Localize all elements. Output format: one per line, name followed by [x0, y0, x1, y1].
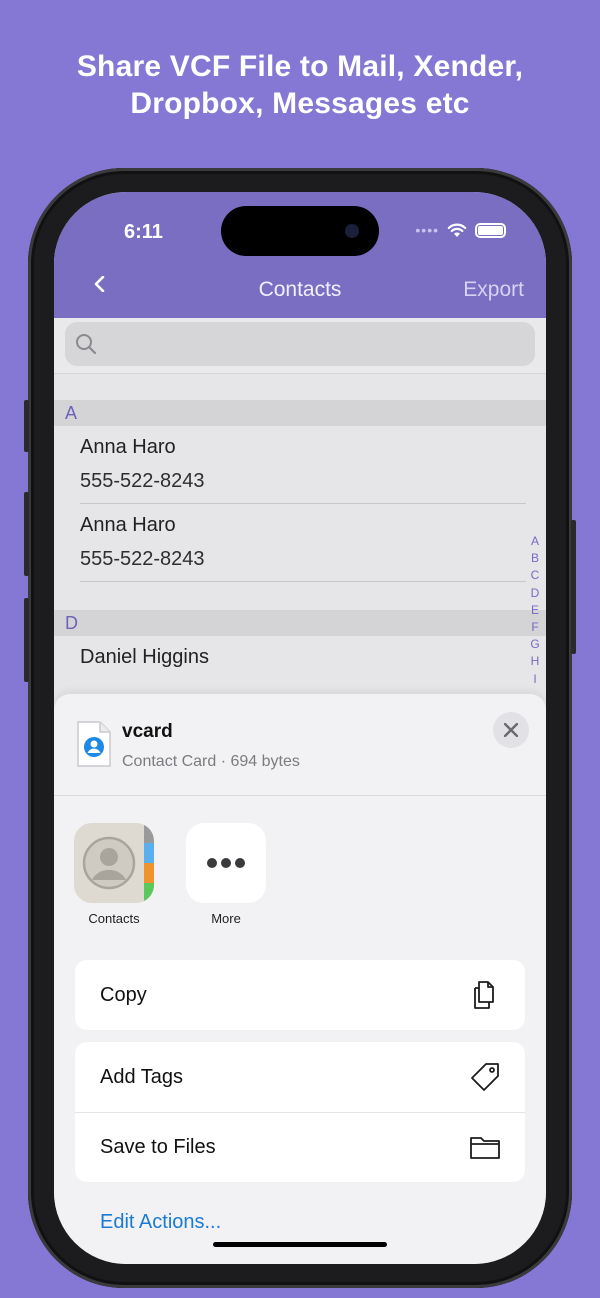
wifi-icon	[447, 223, 467, 237]
close-icon	[504, 723, 518, 737]
promo-headline: Share VCF File to Mail, Xender, Dropbox,…	[0, 48, 600, 122]
actions-card-1: Copy	[75, 960, 525, 1030]
close-button[interactable]	[493, 712, 529, 748]
contact-row[interactable]: Anna Haro 555-522-8243	[54, 504, 546, 582]
sheet-divider	[54, 795, 546, 796]
battery-icon	[475, 222, 506, 238]
index-letter[interactable]: A	[529, 533, 541, 550]
contact-name: Daniel Higgins	[80, 646, 209, 668]
contact-phone: 555-522-8243	[80, 470, 205, 492]
section-header-a: A	[54, 400, 546, 426]
add-tags-label: Add Tags	[100, 1066, 184, 1088]
share-sheet: vcard Contact Card · 694 bytes Contacts	[54, 694, 546, 1264]
file-meta: Contact Card · 694 bytes	[122, 753, 300, 770]
status-icons: ••••	[415, 222, 506, 238]
more-button[interactable]	[186, 823, 266, 903]
index-letter[interactable]: I	[529, 671, 541, 688]
tag-icon	[471, 1063, 499, 1091]
home-indicator[interactable]	[213, 1242, 387, 1247]
contacts-app-icon-graphic	[74, 823, 154, 903]
index-letter[interactable]: B	[529, 550, 541, 567]
copy-action[interactable]: Copy	[75, 960, 525, 1030]
mute-switch	[24, 400, 29, 452]
copy-label: Copy	[100, 984, 147, 1006]
status-time: 6:11	[124, 221, 163, 243]
index-letter[interactable]: D	[529, 585, 541, 602]
contact-row[interactable]: Anna Haro 555-522-8243	[54, 426, 546, 504]
dynamic-island	[221, 206, 379, 256]
volume-down-button	[24, 598, 29, 682]
navigation-header: 6:11 •••• Contacts Export	[54, 192, 546, 318]
alphabet-index[interactable]: A B C D E F G H I	[529, 533, 541, 688]
row-divider	[80, 581, 526, 582]
contacts-app-icon[interactable]	[74, 823, 154, 903]
promo-line-1: Share VCF File to Mail, Xender,	[76, 50, 524, 83]
export-button[interactable]: Export	[463, 278, 524, 302]
index-letter[interactable]: G	[529, 636, 541, 653]
save-to-files-label: Save to Files	[100, 1136, 216, 1158]
contact-card-file-icon	[77, 721, 111, 767]
app-label-more: More	[211, 911, 241, 926]
app-label-contacts: Contacts	[88, 911, 140, 926]
copy-icon	[474, 981, 494, 1009]
search-bar-container	[54, 318, 546, 374]
more-ellipsis-icon	[207, 858, 245, 868]
section-header-d: D	[54, 610, 546, 636]
volume-up-button	[24, 492, 29, 576]
index-letter[interactable]: C	[529, 567, 541, 584]
front-camera	[345, 224, 359, 238]
contact-name: Anna Haro	[80, 514, 176, 536]
file-name: vcard	[122, 721, 173, 742]
search-icon	[76, 334, 97, 355]
contact-phone: 555-522-8243	[80, 548, 205, 570]
promo-line-2: Dropbox, Messages etc	[130, 87, 470, 120]
save-to-files-action[interactable]: Save to Files	[75, 1112, 525, 1182]
index-letter[interactable]: E	[529, 602, 541, 619]
index-letter[interactable]: H	[529, 653, 541, 670]
add-tags-action[interactable]: Add Tags	[75, 1042, 525, 1112]
folder-icon	[470, 1137, 500, 1159]
contact-name: Anna Haro	[80, 436, 176, 458]
side-button	[571, 520, 576, 654]
edit-actions-link[interactable]: Edit Actions...	[100, 1211, 221, 1234]
search-input[interactable]	[65, 322, 535, 366]
phone-screen: 6:11 •••• Contacts Export A Anna Haro 55	[54, 192, 546, 1264]
index-letter[interactable]: F	[529, 619, 541, 636]
cellular-dots-icon: ••••	[415, 222, 439, 238]
actions-card-2: Add Tags Save to Files	[75, 1042, 525, 1182]
